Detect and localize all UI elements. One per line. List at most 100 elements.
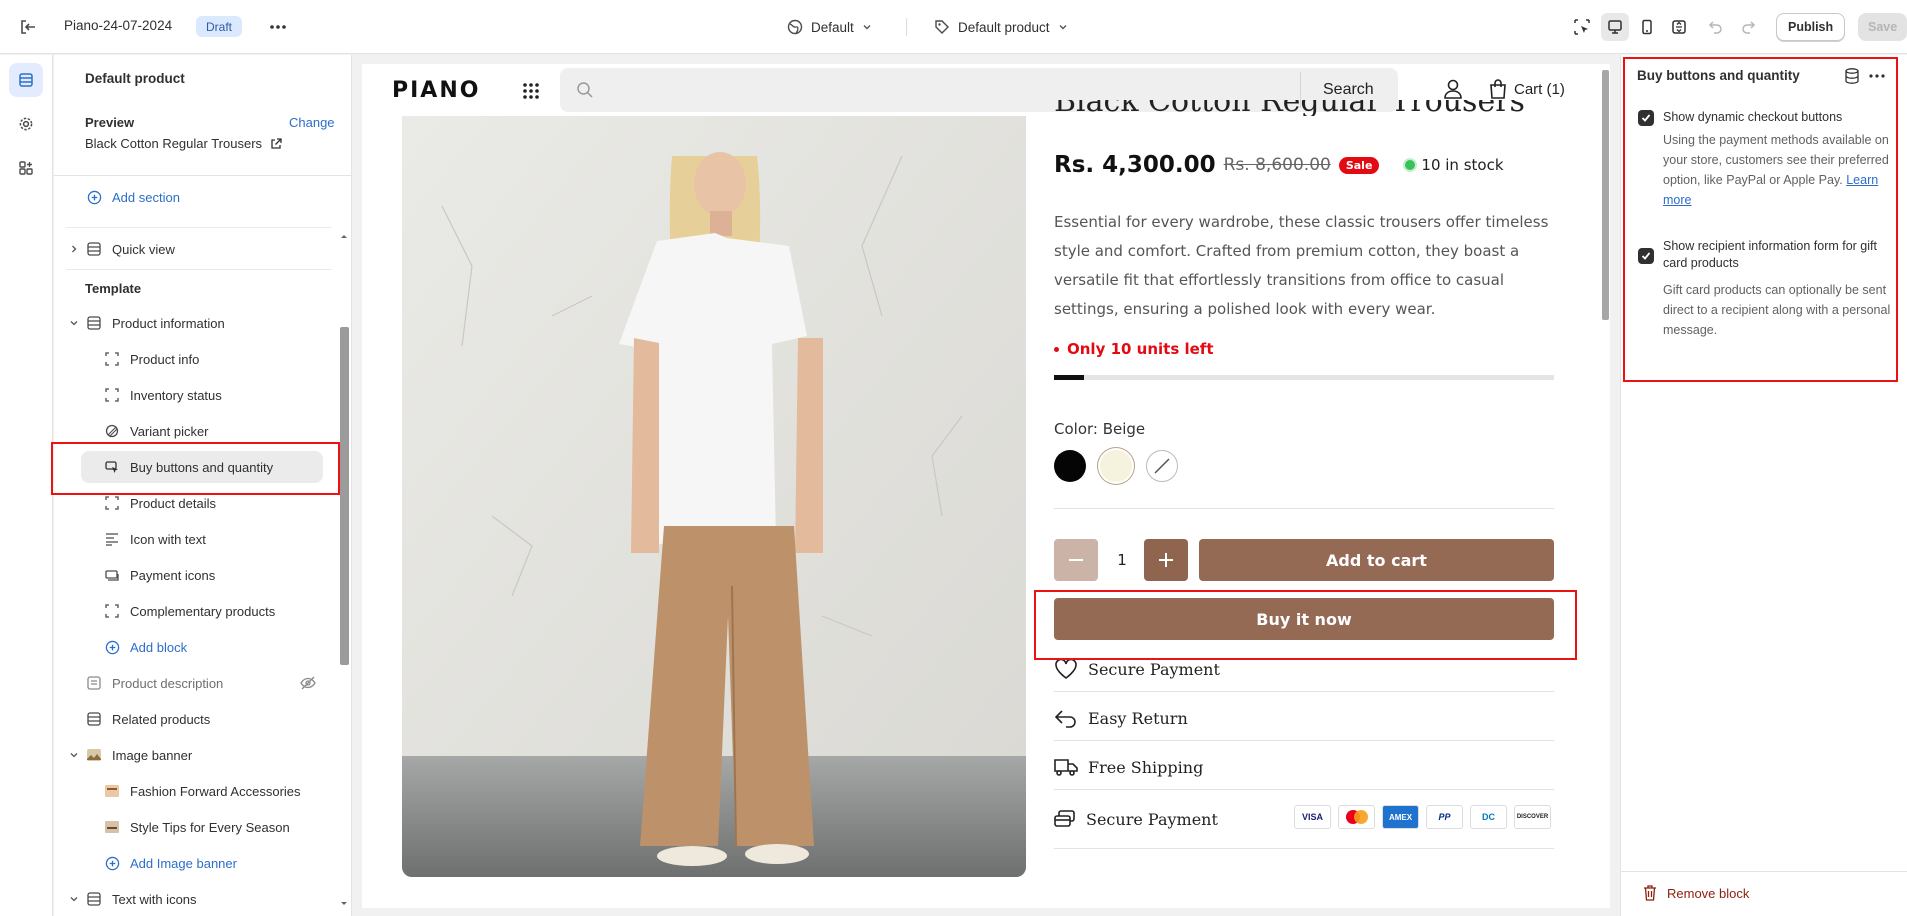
search-button[interactable]: Search — [1323, 81, 1374, 99]
apps-icon[interactable] — [9, 151, 43, 185]
swatch-black[interactable] — [1054, 450, 1086, 482]
compare-price: Rs. 8,600.00 — [1223, 155, 1331, 175]
desktop-view-icon[interactable] — [1601, 13, 1629, 41]
save-button[interactable]: Save — [1858, 13, 1907, 41]
add-block-label: Add block — [130, 639, 188, 655]
section-related-products[interactable]: Related products — [86, 703, 210, 735]
feature-label: Free Shipping — [1088, 757, 1204, 777]
template-select[interactable]: Default product — [934, 15, 1068, 39]
inspector-icon[interactable] — [1573, 17, 1593, 37]
price-row: Rs. 4,300.00 Rs. 8,600.00 Sale 10 in sto… — [1054, 152, 1504, 178]
feature-label: Secure Payment — [1088, 659, 1220, 679]
divider — [906, 18, 907, 36]
left-icon-rail — [0, 55, 53, 916]
highlight-annotation — [1034, 590, 1577, 660]
settings-gear-icon[interactable] — [9, 107, 43, 141]
corners-icon — [104, 603, 120, 619]
divider — [66, 269, 332, 270]
quantity-plus-button[interactable] — [1144, 539, 1188, 581]
text-lines-icon — [104, 531, 120, 547]
section-label: Product description — [112, 675, 224, 691]
divider — [1054, 740, 1554, 741]
store-logo[interactable]: PIANO — [392, 78, 480, 103]
block-product-info[interactable]: Product info — [104, 343, 199, 375]
preview-product-name: Black Cotton Regular Trousers — [85, 136, 263, 151]
external-link-icon[interactable] — [270, 137, 282, 150]
viewport-switcher — [1601, 12, 1693, 42]
feature-row: Easy Return — [1054, 707, 1188, 729]
block-icon-with-text[interactable]: Icon with text — [104, 523, 206, 555]
block-label: Inventory status — [130, 387, 222, 403]
add-to-cart-button[interactable]: Add to cart — [1199, 539, 1554, 581]
quantity-input[interactable]: 1 — [1112, 551, 1132, 569]
section-icon — [86, 241, 102, 257]
block-payment-icons[interactable]: Payment icons — [104, 559, 215, 591]
block-label: Product info — [130, 351, 200, 367]
change-preview-link[interactable]: Change — [289, 115, 335, 130]
menu-grid-icon[interactable] — [522, 82, 540, 100]
block-inventory-status[interactable]: Inventory status — [104, 379, 222, 411]
divider — [1621, 871, 1907, 872]
sidebar-scroll-thumb[interactable] — [340, 327, 349, 665]
divider — [1054, 789, 1554, 790]
add-block-button[interactable]: Add block — [104, 631, 187, 663]
remove-block-button[interactable]: Remove block — [1643, 885, 1749, 901]
chevron-down-icon[interactable] — [66, 315, 82, 331]
banner-item[interactable]: Style Tips for Every Season — [104, 811, 290, 843]
section-label: Image banner — [112, 747, 193, 763]
plus-circle-icon — [86, 189, 102, 205]
banner-item-label: Fashion Forward Accessories — [130, 783, 301, 799]
inventory-progress-bar — [1054, 375, 1554, 380]
cart-label: Cart (1) — [1514, 80, 1565, 98]
theme-select[interactable]: Default — [787, 15, 872, 39]
mobile-view-icon[interactable] — [1633, 13, 1661, 41]
more-actions-icon[interactable] — [266, 16, 290, 38]
eye-hidden-icon[interactable] — [300, 675, 316, 691]
account-icon[interactable] — [1442, 78, 1464, 100]
swatch-beige[interactable] — [1100, 450, 1132, 482]
section-quick-view[interactable]: Quick view — [66, 233, 175, 265]
plus-circle-icon — [104, 855, 120, 871]
add-image-banner-label: Add Image banner — [130, 855, 237, 871]
feature-label: Secure Payment — [1086, 809, 1218, 829]
swatch-unavailable[interactable] — [1146, 450, 1178, 482]
amex-icon: AMEX — [1382, 805, 1419, 829]
cart-link[interactable]: Cart (1) — [1488, 78, 1565, 100]
feature-row: Secure Payment — [1054, 809, 1218, 829]
section-text-with-icons[interactable]: Text with icons — [66, 883, 197, 915]
banner-item[interactable]: Fashion Forward Accessories — [104, 775, 301, 807]
fullscreen-view-icon[interactable] — [1665, 13, 1693, 41]
payment-icons: VISA AMEX PP DC DISCOVER — [1294, 805, 1551, 829]
corners-icon — [104, 495, 120, 511]
chevron-right-icon[interactable] — [66, 241, 82, 257]
section-image-banner[interactable]: Image banner — [66, 739, 192, 771]
preview-label: Preview — [85, 115, 135, 130]
block-complementary-products[interactable]: Complementary products — [104, 595, 275, 627]
chevron-down-icon[interactable] — [66, 891, 82, 907]
undo-icon[interactable] — [1706, 17, 1726, 37]
preview-scroll-thumb[interactable] — [1602, 70, 1609, 320]
exit-icon[interactable] — [18, 17, 38, 37]
editor-topbar: Piano-24-07-2024 Draft Default Default p… — [0, 0, 1907, 54]
quantity-minus-button[interactable] — [1054, 539, 1098, 581]
chevron-down-icon — [862, 22, 872, 32]
card-stack-icon — [1054, 809, 1076, 829]
section-product-information[interactable]: Product information — [66, 307, 225, 339]
corners-icon — [104, 387, 120, 403]
add-section-button[interactable]: Add section — [86, 181, 180, 213]
divider — [1054, 691, 1554, 692]
sale-badge: Sale — [1338, 156, 1380, 174]
add-section-label: Add section — [112, 189, 180, 205]
product-image[interactable] — [402, 116, 1026, 877]
redo-icon[interactable] — [1740, 17, 1760, 37]
add-image-banner-button[interactable]: Add Image banner — [104, 847, 237, 879]
image-thumbnail-icon — [104, 819, 120, 835]
preview-product[interactable]: Black Cotton Regular Trousers — [85, 136, 282, 151]
sections-icon[interactable] — [9, 63, 43, 97]
product-description: Essential for every wardrobe, these clas… — [1054, 213, 1549, 318]
cash-icon — [104, 567, 120, 583]
publish-button[interactable]: Publish — [1776, 13, 1846, 41]
section-product-description[interactable]: Product description — [86, 667, 326, 699]
theme-name: Piano-24-07-2024 — [64, 18, 173, 33]
chevron-down-icon[interactable] — [66, 747, 82, 763]
